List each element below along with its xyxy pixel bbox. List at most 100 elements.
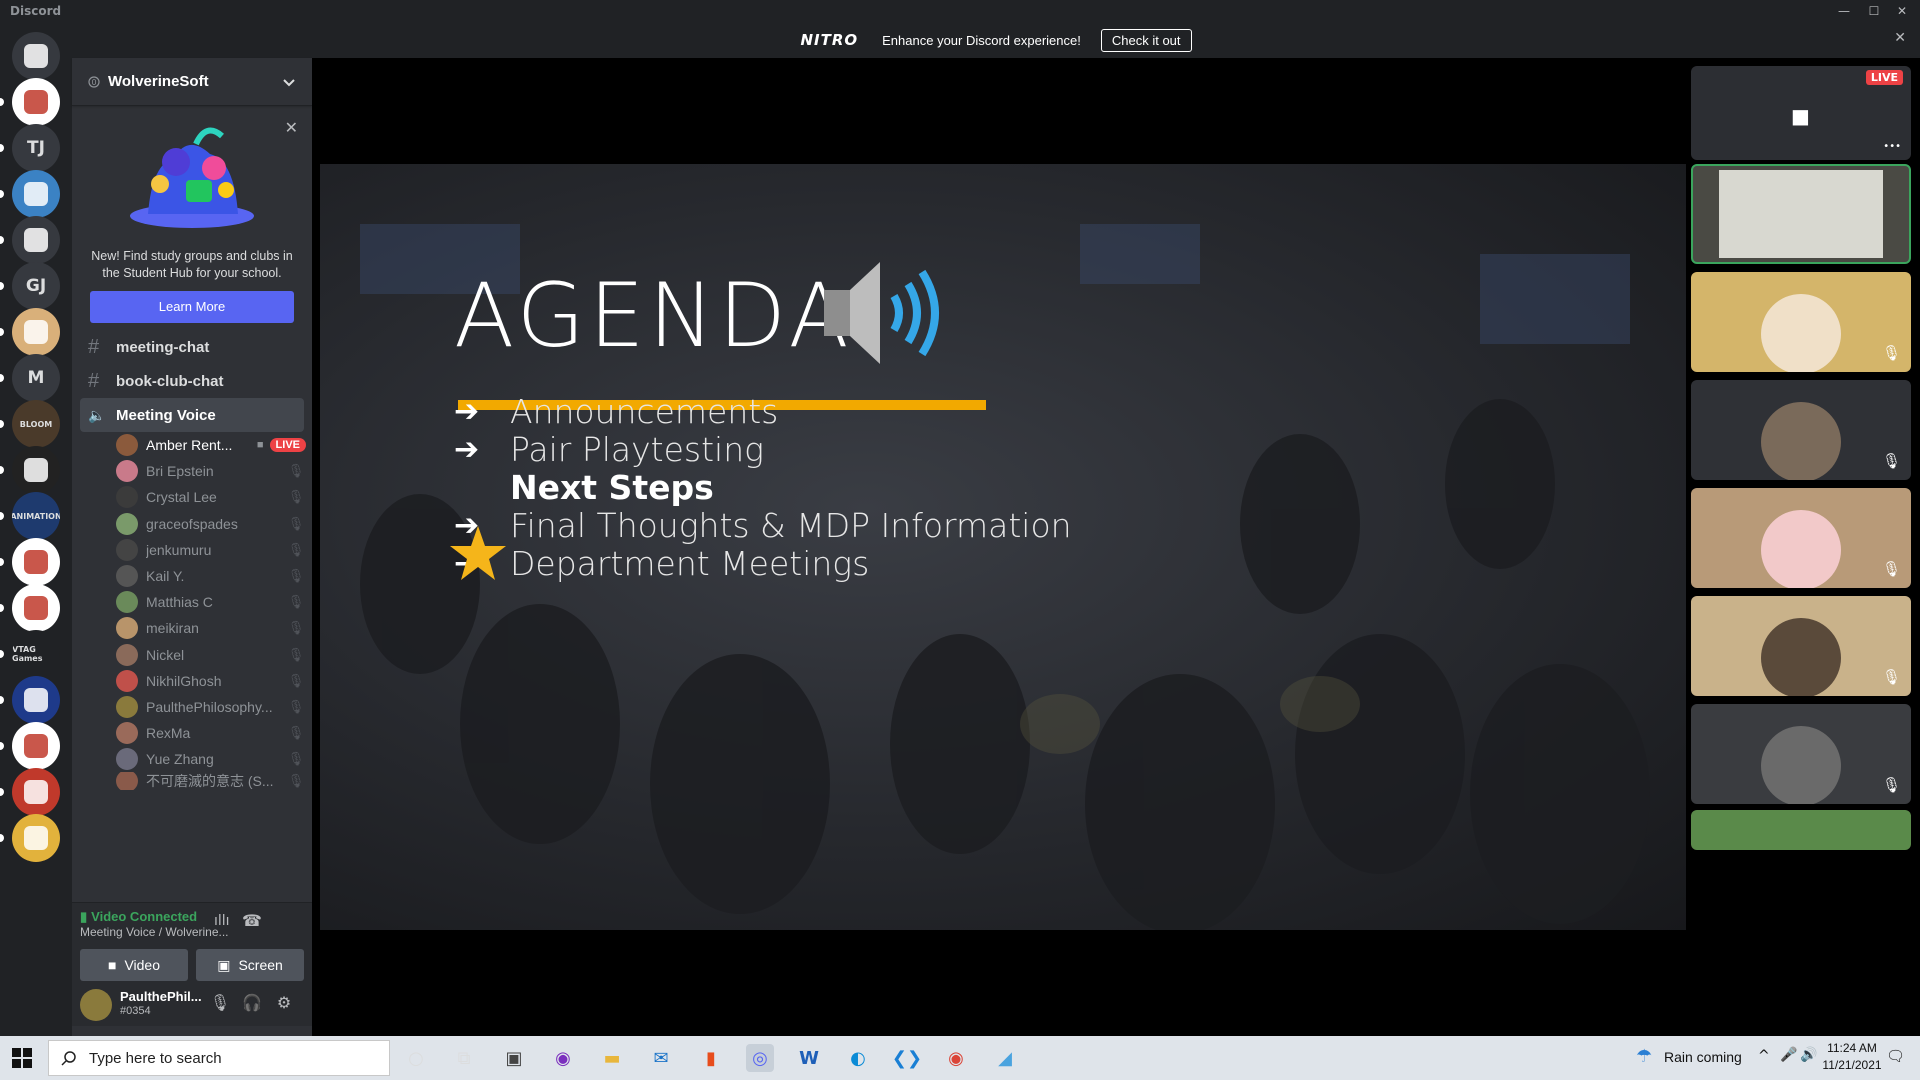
voice-user[interactable]: Yue Zhang 🎙	[72, 746, 312, 772]
server-7[interactable]: M	[12, 354, 60, 402]
signal-bars-icon[interactable]: ▮	[80, 909, 87, 924]
voice-user[interactable]: RexMa 🎙	[72, 720, 312, 746]
clock-time[interactable]: 11:24 AM	[1820, 1041, 1884, 1055]
chrome-icon[interactable]: ◉	[942, 1044, 970, 1072]
video-tile-avatar-bird[interactable]: 🎙	[1691, 596, 1911, 696]
nitro-logo: NITRO	[800, 31, 859, 49]
microphone-icon[interactable]: 🎤	[1780, 1047, 1797, 1063]
taskbar-search-input[interactable]: Type here to search	[48, 1040, 390, 1076]
avatar	[116, 722, 138, 745]
voice-user[interactable]: Kail Y. 🎙	[72, 563, 312, 589]
video-tile-avatar-mask[interactable]: 🎙	[1691, 488, 1911, 588]
weather-icon[interactable]: ☂	[1636, 1046, 1652, 1067]
nitro-banner: NITRO Enhance your Discord experience! C…	[72, 22, 1920, 58]
channel-book-club-chat[interactable]: # book-club-chat	[72, 364, 312, 398]
avatar[interactable]	[80, 989, 112, 1021]
minimize-button[interactable]: —	[1830, 2, 1858, 20]
avatar	[116, 512, 138, 535]
server-2[interactable]: TJ	[12, 124, 60, 172]
more-options-icon[interactable]: •••	[1883, 141, 1901, 152]
store-icon[interactable]: ▣	[500, 1044, 528, 1072]
voice-user[interactable]: Amber Rent... ■ LIVE	[72, 432, 312, 458]
windows-start-icon[interactable]	[12, 1048, 32, 1068]
server-9[interactable]	[12, 446, 60, 494]
microphone-muted-icon: 🎙	[287, 725, 305, 741]
microphone-muted-icon[interactable]: 🎙	[206, 993, 234, 1012]
server-6[interactable]	[12, 308, 60, 356]
server-11[interactable]	[12, 538, 60, 586]
file-explorer-icon[interactable]: ▬	[598, 1044, 626, 1072]
headphones-icon[interactable]: 🎧	[238, 993, 266, 1012]
server-13[interactable]: VTAG Games	[12, 630, 60, 678]
weather-text[interactable]: Rain coming	[1664, 1049, 1742, 1065]
video-button[interactable]: ■ Video	[80, 949, 188, 981]
chevron-up-icon[interactable]: ^	[1758, 1048, 1770, 1064]
voice-user[interactable]: Nickel 🎙	[72, 642, 312, 668]
server-unread-pill	[0, 650, 4, 658]
learn-more-button[interactable]: Learn More	[90, 291, 294, 323]
server-16[interactable]	[12, 768, 60, 816]
server-14[interactable]	[12, 676, 60, 724]
video-tile-avatar-cat[interactable]: 🎙	[1691, 380, 1911, 480]
voice-user[interactable]: 不可磨滅的意志 (S... 🎙	[72, 772, 312, 791]
voice-user[interactable]: meikiran 🎙	[72, 615, 312, 641]
video-tile-avatar-girl[interactable]: 🎙	[1691, 272, 1911, 372]
stream-stage[interactable]: AGENDA ➔ Announcements ➔ Pair Playtesting➔N…	[312, 58, 1744, 1036]
video-tile-classroom[interactable]	[1691, 164, 1911, 264]
server-icon	[24, 182, 48, 206]
word-icon[interactable]: W	[795, 1044, 823, 1072]
signal-icon[interactable]	[60, 911, 72, 923]
promo-close-icon[interactable]: ✕	[285, 118, 298, 137]
server-header[interactable]: 0 WolverineSoft	[72, 58, 312, 106]
server-4[interactable]	[12, 216, 60, 264]
volume-icon[interactable]: 🔊	[1800, 1047, 1817, 1063]
voice-user[interactable]: PaulthePhilosophy... 🎙	[72, 694, 312, 720]
server-10[interactable]: ANIMATION	[12, 492, 60, 540]
vscode-icon[interactable]: ❮❯	[892, 1044, 922, 1072]
maximize-button[interactable]: ☐	[1860, 2, 1888, 20]
avatar	[116, 486, 138, 509]
edge-icon[interactable]: ◐	[844, 1044, 872, 1072]
app-icon[interactable]: ◢	[991, 1044, 1019, 1072]
nitro-check-button[interactable]: Check it out	[1100, 28, 1192, 52]
server-12[interactable]	[12, 584, 60, 632]
voice-user[interactable]: Matthias C 🎙	[72, 589, 312, 615]
app-title: Discord	[10, 4, 62, 18]
server-1[interactable]	[12, 78, 60, 126]
channel-meeting-voice[interactable]: 🔈 Meeting Voice	[80, 398, 304, 432]
channel-meeting-chat[interactable]: # meeting-chat	[72, 330, 312, 364]
task-view-icon[interactable]: ⧉	[450, 1044, 478, 1072]
voice-user[interactable]: jenkumuru 🎙	[72, 537, 312, 563]
microphone-muted-icon: 🎙	[1881, 776, 1901, 794]
video-tile-avatar-cartoon[interactable]: 🎙	[1691, 704, 1911, 804]
screen-share-button[interactable]: ▣ Screen	[196, 949, 304, 981]
discord-taskbar-icon[interactable]: ◎	[746, 1044, 774, 1072]
podcast-icon[interactable]: ◉	[549, 1044, 577, 1072]
server-5[interactable]: GJ	[12, 262, 60, 310]
close-window-button[interactable]: ✕	[1888, 2, 1916, 20]
server-15[interactable]	[12, 722, 60, 770]
video-tile-stream-preview[interactable]: ■ LIVE •••	[1691, 66, 1911, 160]
gear-icon[interactable]: ⚙	[270, 993, 298, 1012]
server-0[interactable]	[12, 32, 60, 80]
chevron-down-icon[interactable]	[282, 75, 296, 89]
notifications-icon[interactable]: 🗨	[1886, 1047, 1905, 1065]
star-icon	[450, 526, 506, 580]
voice-channel-link[interactable]: Meeting Voice / Wolverine...	[80, 925, 229, 939]
voice-user[interactable]: Bri Epstein 🎙	[72, 458, 312, 484]
office-icon[interactable]: ▮	[697, 1044, 725, 1072]
server-8[interactable]: BLOOM	[12, 400, 60, 448]
cortana-icon[interactable]: ○	[402, 1044, 430, 1072]
clock-date[interactable]: 11/21/2021	[1820, 1058, 1884, 1072]
nitro-close-icon[interactable]: ✕	[1894, 30, 1906, 46]
camera-icon: ■	[107, 957, 117, 973]
voice-user[interactable]: NikhilGhosh 🎙	[72, 668, 312, 694]
server-3[interactable]	[12, 170, 60, 218]
voice-user[interactable]: Crystal Lee 🎙	[72, 484, 312, 510]
video-tile-avatar-next[interactable]	[1691, 810, 1911, 850]
noise-suppression-icon[interactable]: ıllı	[214, 913, 230, 929]
server-17[interactable]	[12, 814, 60, 862]
disconnect-icon[interactable]: ☎	[242, 911, 262, 930]
voice-user[interactable]: graceofspades 🎙	[72, 511, 312, 537]
mail-icon[interactable]: ✉	[647, 1044, 675, 1072]
